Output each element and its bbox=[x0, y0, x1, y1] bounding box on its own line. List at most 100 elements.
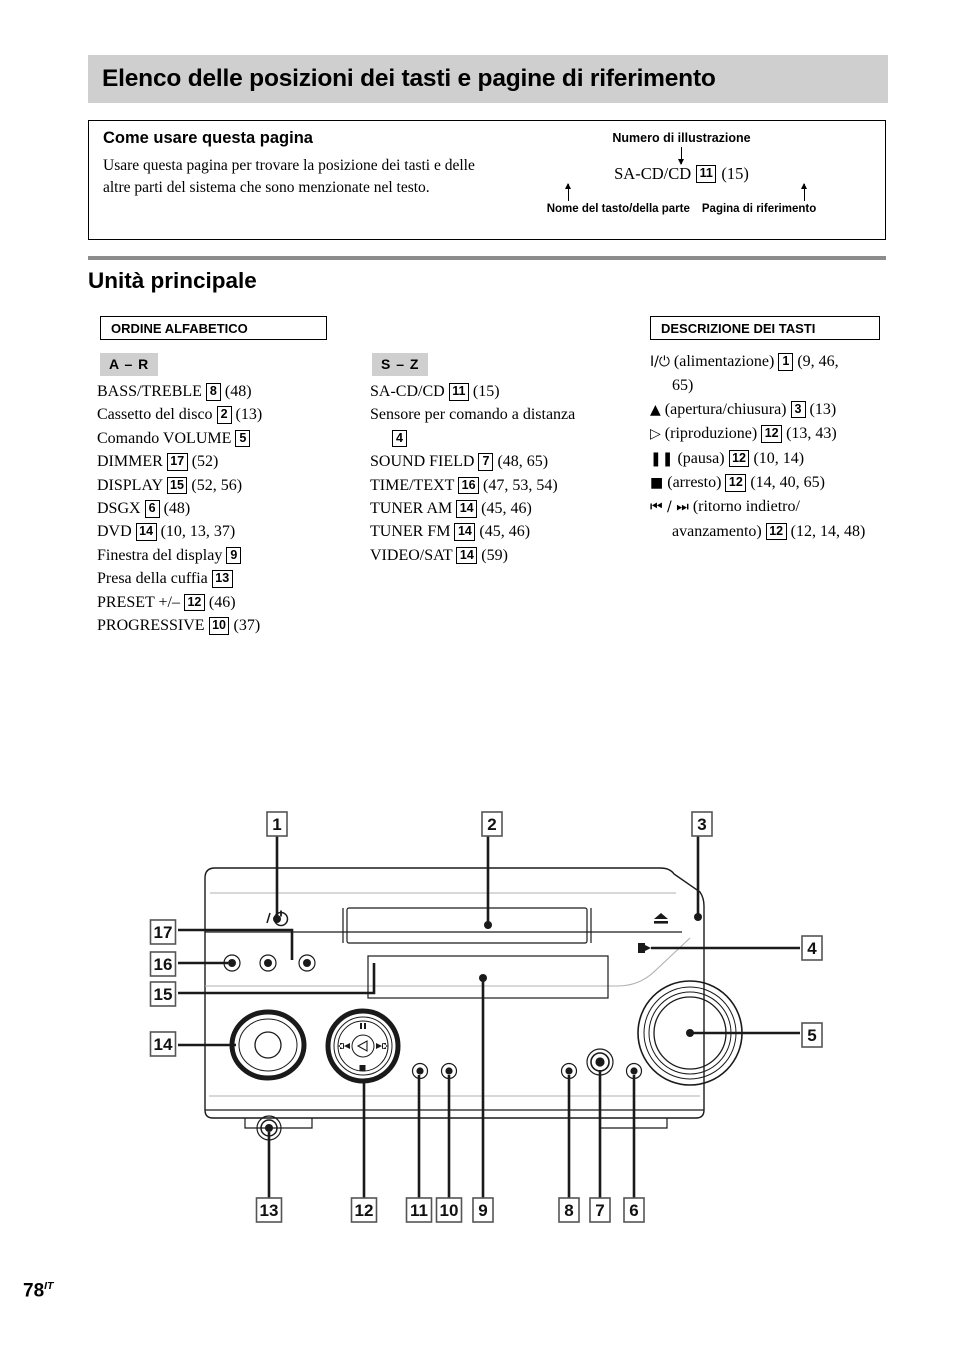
ref-number-box: 11 bbox=[448, 383, 469, 401]
leader-lines bbox=[178, 835, 800, 1200]
ref-number-box: 8 bbox=[205, 383, 221, 401]
play-icon: ▷ bbox=[650, 426, 661, 443]
legend-example-line: SA-CD/CD 11 (15) bbox=[489, 164, 874, 184]
ref-number-box: 12 bbox=[725, 474, 747, 492]
item-label: DVD bbox=[97, 523, 132, 541]
callout-number: 10 bbox=[440, 1201, 459, 1220]
ref-number-box: 12 bbox=[728, 449, 750, 468]
how-to-use-title: Come usare questa pagina bbox=[103, 129, 313, 147]
item-pages: (15) bbox=[472, 383, 500, 400]
group-tag-a-r: A – R bbox=[100, 353, 159, 376]
item-label: (arresto) bbox=[667, 474, 722, 492]
power-icon: I/⏻ bbox=[650, 354, 670, 370]
ref-number-box: 14 bbox=[456, 500, 478, 518]
item-pages: (13) bbox=[809, 400, 837, 418]
ref-number-box: 7 bbox=[478, 453, 494, 471]
legend-part-name-label: Nome del tasto/della parte bbox=[546, 203, 690, 215]
callout-number: 14 bbox=[154, 1035, 173, 1054]
ref-number-box: 15 bbox=[166, 476, 188, 495]
item-label: PRESET +/– bbox=[97, 593, 180, 611]
reference-list-item: Presa della cuffia 13 bbox=[97, 567, 367, 590]
item-label: Presa della cuffia bbox=[97, 570, 208, 588]
item-continuation: 65) bbox=[672, 377, 694, 395]
callout-number: 7 bbox=[595, 1201, 604, 1220]
reference-list-item: Sensore per comando a distanza 4 bbox=[370, 403, 632, 450]
group-tag-s-z: S – Z bbox=[372, 353, 429, 376]
ref-number-box: 17 bbox=[166, 453, 188, 471]
reference-list-item: DSGX 6 (48) bbox=[97, 497, 367, 520]
ref-number-box: 16 bbox=[458, 476, 480, 495]
item-pages: (13, 43) bbox=[786, 425, 837, 443]
ref-number-box: 10 bbox=[208, 617, 230, 635]
reference-list-item: ■ (arresto) 12 (14, 40, 65) bbox=[650, 471, 890, 495]
item-pages: (48) bbox=[224, 383, 252, 400]
item-pages: (59) bbox=[481, 546, 508, 564]
ref-number-box: 12 bbox=[761, 425, 783, 443]
pause-icon: ❚❚ bbox=[650, 450, 674, 467]
how-to-use-body: Usare questa pagina per trovare la posiz… bbox=[103, 157, 475, 196]
reference-list-item: PROGRESSIVE 10 (37) bbox=[97, 614, 367, 637]
callout-number: 9 bbox=[478, 1201, 487, 1220]
reference-list-item: DIMMER 17 (52) bbox=[97, 450, 367, 473]
callout-number: 3 bbox=[697, 815, 706, 834]
ref-number-box: 5 bbox=[235, 429, 251, 448]
item-label: DIMMER bbox=[97, 453, 163, 471]
reference-list-item: Finestra del display 9 bbox=[97, 544, 367, 567]
how-to-use-left: Come usare questa pagina Usare questa pa… bbox=[103, 129, 503, 199]
heading-alphabetic-order: ORDINE ALFABETICO bbox=[100, 316, 327, 340]
item-pages: (37) bbox=[233, 617, 261, 635]
item-pages: (52, 56) bbox=[191, 476, 243, 494]
skip-back-forward-icon: ⏮ / ⏭ bbox=[650, 499, 689, 516]
ref-number-box: 14 bbox=[135, 523, 157, 541]
stop-icon: ■ bbox=[650, 475, 664, 492]
callout-number: 1 bbox=[272, 815, 281, 834]
reference-list-item: PRESET +/– 12 (46) bbox=[97, 591, 367, 614]
item-label: PROGRESSIVE bbox=[97, 617, 205, 635]
callout-number: 15 bbox=[154, 985, 173, 1004]
item-label: (ritorno indietro/ bbox=[692, 498, 800, 516]
ref-number-box: 6 bbox=[144, 500, 160, 518]
eject-symbol-icon bbox=[654, 913, 668, 924]
item-label: TUNER FM bbox=[370, 523, 451, 541]
reference-list-item: ▷ (riproduzione) 12 (13, 43) bbox=[650, 422, 890, 446]
item-label: TUNER AM bbox=[370, 500, 453, 518]
reference-list-item: TIME/TEXT 16 (47, 53, 54) bbox=[370, 474, 632, 497]
reference-list-item: TUNER AM 14 (45, 46) bbox=[370, 497, 632, 520]
section-divider bbox=[88, 256, 886, 260]
item-label: VIDEO/SAT bbox=[370, 546, 453, 564]
item-label: Comando VOLUME bbox=[97, 429, 232, 447]
legend-page-ref: (15) bbox=[721, 164, 749, 183]
ref-number-box: 4 bbox=[392, 429, 407, 448]
item-pages: (13) bbox=[235, 406, 263, 424]
panel-buttons bbox=[223, 954, 643, 1141]
reference-list-item: SOUND FIELD 7 (48, 65) bbox=[370, 450, 632, 473]
item-label: (riproduzione) bbox=[664, 425, 758, 443]
remote-sensor-icon bbox=[638, 943, 651, 953]
eject-icon: ▲ bbox=[650, 401, 661, 418]
legend-page-ref-label: Pagina di riferimento bbox=[701, 203, 817, 215]
page-number: 78IT bbox=[23, 1280, 53, 1302]
reference-list-item: VIDEO/SAT 14 (59) bbox=[370, 544, 632, 567]
arrow-up-icon-left bbox=[564, 183, 571, 201]
item-pages: (45, 46) bbox=[479, 523, 531, 541]
item-pages: (47, 53, 54) bbox=[483, 476, 558, 494]
section-title: Unità principale bbox=[88, 268, 257, 293]
legend-part-name: SA-CD/CD bbox=[614, 164, 692, 183]
legend-part-number: 11 bbox=[696, 165, 717, 183]
item-pages: (10, 14) bbox=[753, 449, 805, 467]
item-pages: (48) bbox=[163, 500, 191, 518]
front-panel-diagram: 1 2 3171615144513 12 11 10 9 8 7 6 bbox=[149, 811, 823, 1223]
reference-list-item: ❚❚ (pausa) 12 (10, 14) bbox=[650, 447, 890, 471]
item-label: BASS/TREBLE bbox=[97, 383, 202, 400]
item-label: SA-CD/CD bbox=[370, 383, 445, 400]
callout-number: 17 bbox=[154, 923, 173, 942]
item-label: Sensore per comando a distanza bbox=[370, 406, 576, 424]
legend-example: Numero di illustrazione SA-CD/CD 11 (15)… bbox=[489, 131, 874, 215]
page-header-banner: Elenco delle posizioni dei tasti e pagin… bbox=[88, 55, 888, 103]
ref-number-box: 14 bbox=[456, 546, 478, 565]
reference-list-item: ⏮ / ⏭ (ritorno indietro/avanzamento) 12 … bbox=[650, 495, 890, 543]
item-pages: (10, 13, 37) bbox=[160, 523, 236, 541]
reference-list-item: DISPLAY 15 (52, 56) bbox=[97, 474, 367, 497]
reference-list-item: ▲ (apertura/chiusura) 3 (13) bbox=[650, 398, 890, 422]
item-pages: (48, 65) bbox=[497, 453, 549, 471]
